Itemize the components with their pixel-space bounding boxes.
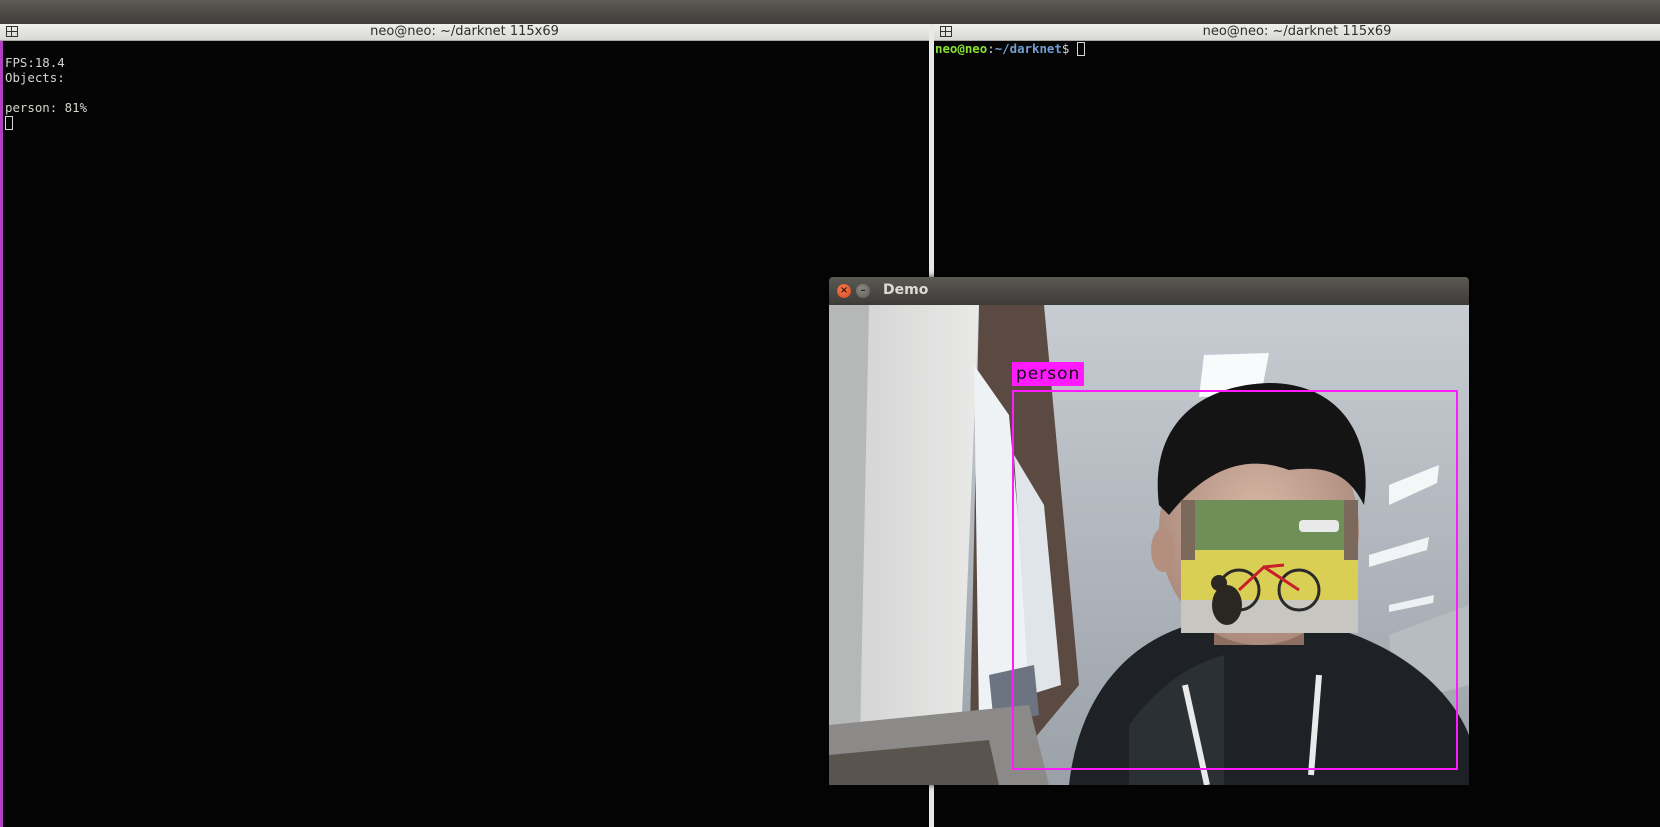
terminal-line-objects: Objects: [5, 70, 65, 85]
terminal-cursor [5, 116, 13, 130]
prompt-symbol: $ [1061, 41, 1077, 56]
demo-titlebar[interactable]: × – Demo [829, 277, 1469, 305]
detection-bounding-box [1012, 390, 1458, 770]
left-terminal-title: neo@neo: ~/darknet 115x69 [370, 24, 559, 39]
right-terminal-title: neo@neo: ~/darknet 115x69 [1202, 24, 1392, 39]
terminal-line-fps: FPS:18.4 [5, 55, 65, 70]
terminal-cursor [1076, 42, 1085, 56]
prompt-user: neo@neo [935, 41, 988, 56]
left-terminal[interactable]: FPS:18.4 Objects: person: 81% [0, 41, 929, 827]
prompt-path: ~/darknet [994, 41, 1062, 56]
terminal-menu-icon[interactable] [6, 26, 18, 37]
demo-window[interactable]: × – Demo person [829, 277, 1469, 785]
demo-window-title: Demo [883, 282, 929, 298]
right-terminal-titlebar[interactable]: neo@neo: ~/darknet 115x69 [934, 24, 1660, 41]
webcam-frame: person [829, 305, 1469, 785]
terminal-menu-icon[interactable] [940, 26, 952, 37]
close-icon[interactable]: × [837, 284, 851, 298]
detection-label: person [1012, 362, 1085, 386]
terminal-line-detection: person: 81% [5, 100, 88, 115]
top-panel [0, 0, 1660, 24]
prompt-separator: : [987, 41, 995, 56]
minimize-icon[interactable]: – [856, 284, 870, 298]
left-terminal-titlebar[interactable]: neo@neo: ~/darknet 115x69 [0, 24, 929, 41]
